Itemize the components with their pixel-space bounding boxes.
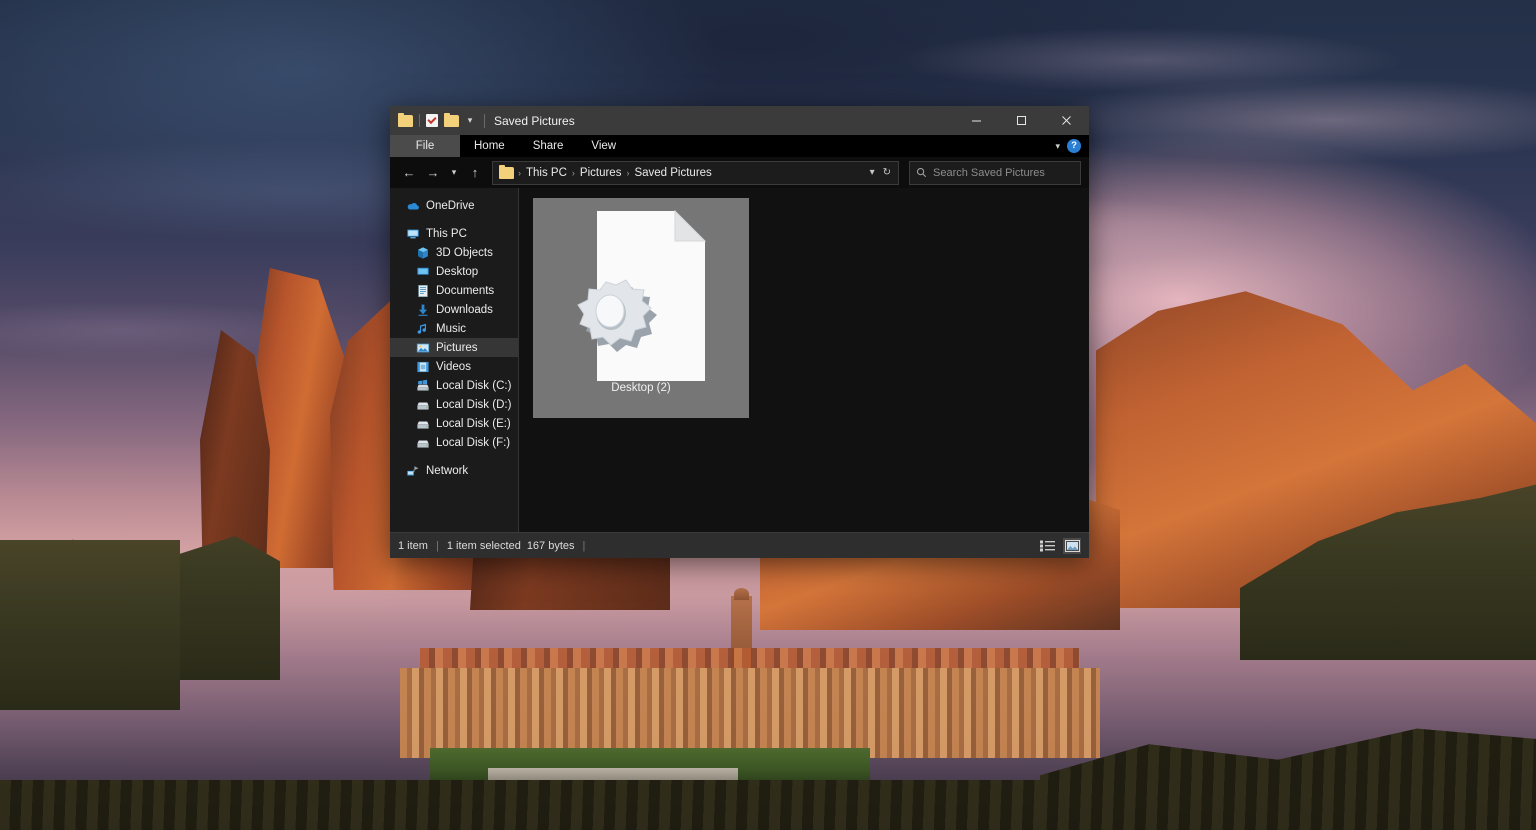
breadcrumb-this-pc[interactable]: This PC — [522, 167, 571, 179]
window-controls[interactable] — [954, 106, 1089, 135]
tab-file[interactable]: File — [390, 135, 460, 157]
tab-share[interactable]: Share — [519, 135, 578, 157]
details-view-button[interactable] — [1038, 538, 1056, 554]
sidebar-item-label: Local Disk (D:) — [436, 398, 512, 411]
downloads-arrow-icon — [418, 304, 428, 316]
sidebar-item-pictures[interactable]: Pictures — [390, 338, 518, 357]
drive-icon — [417, 421, 429, 429]
breadcrumb[interactable]: › This PC › Pictures › Saved Pictures ▾ … — [492, 160, 899, 185]
sidebar-item-local-disk-f[interactable]: Local Disk (F:) — [390, 433, 518, 452]
status-divider: | — [582, 539, 586, 552]
search-placeholder: Search Saved Pictures — [933, 166, 1045, 179]
sidebar-item-label: Documents — [436, 284, 495, 297]
sidebar-item-label: Local Disk (F:) — [436, 436, 511, 449]
documents-icon — [418, 284, 428, 297]
list-item[interactable]: Desktop (2) — [533, 198, 749, 418]
status-item-count: 1 item — [398, 539, 428, 552]
new-folder-icon[interactable] — [444, 112, 459, 127]
this-pc-monitor-icon — [407, 229, 419, 238]
file-list-view[interactable]: Desktop (2) — [519, 188, 1089, 532]
configuration-settings-file-icon — [556, 206, 726, 386]
large-icons-view-button[interactable] — [1063, 537, 1081, 554]
address-bar[interactable]: ← → ▾ ↑ › This PC › Pictures › Saved Pic… — [390, 157, 1089, 188]
window-title: Saved Pictures — [484, 113, 575, 128]
quick-access-toolbar[interactable]: ▾ — [390, 112, 475, 127]
drive-icon — [417, 402, 429, 410]
sidebar-item-this-pc[interactable]: This PC — [390, 224, 518, 243]
sidebar-item-network[interactable]: Network — [390, 461, 518, 480]
desktop-monitor-icon — [417, 267, 429, 275]
onedrive-cloud-icon — [407, 202, 419, 209]
minimize-button[interactable] — [954, 106, 999, 135]
wallpaper-hill-far-left — [0, 540, 180, 710]
sidebar-item-videos[interactable]: Videos — [390, 357, 518, 376]
folder-icon[interactable] — [398, 112, 413, 127]
address-dropdown-chevron-icon[interactable]: ▾ — [870, 167, 875, 178]
sidebar-item-label: Desktop — [436, 265, 479, 278]
wallpaper-village — [400, 668, 1100, 758]
pictures-icon — [416, 343, 430, 352]
sidebar-item-label: Music — [436, 322, 467, 335]
sidebar-item-documents[interactable]: Documents — [390, 281, 518, 300]
desktop: ▾ Saved Pictures File Home Share View ▾ … — [0, 0, 1536, 830]
maximize-button[interactable] — [999, 106, 1044, 135]
tab-home[interactable]: Home — [460, 135, 519, 157]
sidebar-item-3d-objects[interactable]: 3D Objects — [390, 243, 518, 262]
close-button[interactable] — [1044, 106, 1089, 135]
up-button[interactable]: ↑ — [464, 162, 486, 184]
status-divider: | — [435, 539, 439, 552]
tab-view[interactable]: View — [577, 135, 630, 157]
toolbar-divider — [419, 114, 420, 127]
sidebar-item-label: Pictures — [436, 341, 478, 354]
drive-icon — [417, 440, 429, 448]
properties-icon[interactable] — [426, 114, 438, 127]
sidebar-item-label: 3D Objects — [436, 246, 493, 259]
status-bar: 1 item | 1 item selected 167 bytes | — [390, 532, 1089, 558]
sidebar-item-local-disk-d[interactable]: Local Disk (D:) — [390, 395, 518, 414]
sidebar-item-downloads[interactable]: Downloads — [390, 300, 518, 319]
sidebar-item-label: OneDrive — [426, 199, 475, 212]
sidebar-item-desktop[interactable]: Desktop — [390, 262, 518, 281]
refresh-icon[interactable]: ↻ — [883, 167, 891, 178]
sidebar-item-label: Network — [426, 464, 469, 477]
back-button[interactable]: ← — [398, 162, 420, 184]
view-mode-buttons[interactable] — [1038, 537, 1081, 554]
sidebar-item-label: This PC — [426, 227, 467, 240]
sidebar-item-music[interactable]: Music — [390, 319, 518, 338]
ribbon-tab-bar[interactable]: File Home Share View ▾ ? — [390, 135, 1089, 157]
title-bar[interactable]: ▾ Saved Pictures — [390, 106, 1089, 135]
status-selection: 1 item selected — [446, 539, 521, 552]
chevron-down-icon[interactable]: ▾ — [465, 116, 475, 125]
navigation-pane[interactable]: OneDrive This PC 3D Objects Desktop Docu… — [390, 188, 519, 532]
help-icon[interactable]: ? — [1067, 139, 1081, 153]
network-icon — [407, 465, 419, 476]
file-explorer-window[interactable]: ▾ Saved Pictures File Home Share View ▾ … — [390, 106, 1089, 558]
3d-objects-cube-icon — [418, 246, 428, 259]
search-icon — [916, 167, 927, 178]
sidebar-item-label: Local Disk (E:) — [436, 417, 511, 430]
window-body: OneDrive This PC 3D Objects Desktop Docu… — [390, 188, 1089, 532]
music-note-icon — [417, 323, 426, 334]
wallpaper-church-spire — [734, 588, 749, 600]
expand-ribbon-chevron-icon[interactable]: ▾ — [1055, 141, 1060, 152]
recent-locations-chevron-icon[interactable]: ▾ — [446, 162, 462, 184]
videos-icon — [417, 361, 429, 372]
forward-button[interactable]: → — [422, 162, 444, 184]
sidebar-item-local-disk-e[interactable]: Local Disk (E:) — [390, 414, 518, 433]
sidebar-item-onedrive[interactable]: OneDrive — [390, 196, 518, 215]
status-size: 167 bytes — [526, 539, 575, 552]
search-input[interactable]: Search Saved Pictures — [909, 160, 1081, 185]
system-drive-icon — [417, 379, 429, 391]
sidebar-item-label: Local Disk (C:) — [436, 379, 512, 392]
breadcrumb-saved-pictures[interactable]: Saved Pictures — [630, 167, 715, 179]
sidebar-item-local-disk-c[interactable]: Local Disk (C:) — [390, 376, 518, 395]
breadcrumb-folder-icon — [499, 164, 514, 179]
sidebar-item-label: Downloads — [436, 303, 493, 316]
breadcrumb-pictures[interactable]: Pictures — [576, 167, 626, 179]
sidebar-item-label: Videos — [436, 360, 471, 373]
